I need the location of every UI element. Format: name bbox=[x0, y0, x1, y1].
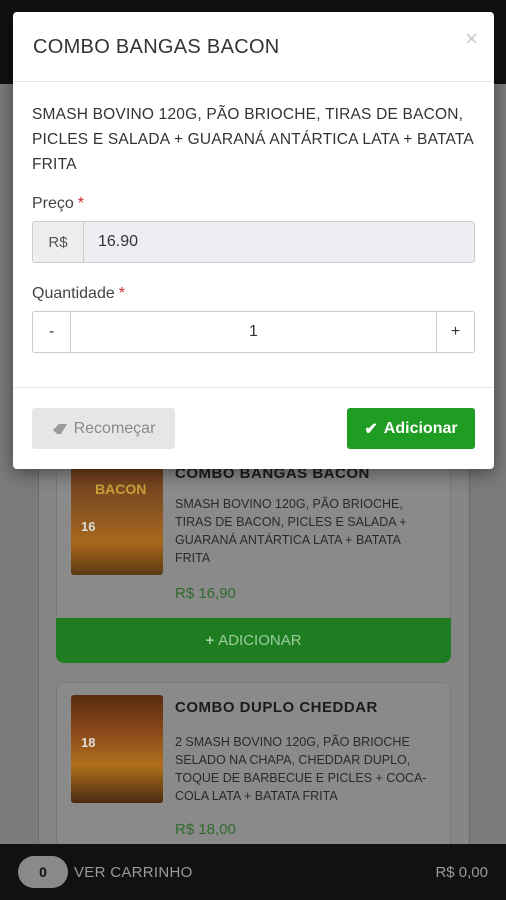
check-icon: ✔ bbox=[364, 420, 378, 438]
product-price: R$ 16,90 bbox=[175, 585, 236, 602]
product-price: R$ 18,00 bbox=[175, 821, 236, 838]
modal-footer: Recomeçar ✔ Adicionar bbox=[13, 387, 494, 469]
thumb-price: 16 bbox=[81, 519, 96, 534]
add-button[interactable]: ✔ Adicionar bbox=[347, 408, 475, 449]
price-label-text: Preço bbox=[32, 195, 74, 212]
view-cart-link[interactable]: VER CARRINHO bbox=[74, 864, 193, 881]
eraser-icon bbox=[52, 423, 67, 434]
quantity-label: Quantidade * bbox=[32, 285, 475, 303]
product-description: SMASH BOVINO 120G, PÃO BRIOCHE, TIRAS DE… bbox=[32, 106, 474, 173]
thumb-price: 18 bbox=[81, 735, 96, 750]
modal-header: COMBO BANGAS BACON × bbox=[13, 12, 494, 82]
product-modal: COMBO BANGAS BACON × SMASH BOVINO 120G, … bbox=[13, 12, 494, 469]
required-mark: * bbox=[118, 285, 125, 302]
cart-bar[interactable]: 0 VER CARRINHO R$ 0,00 bbox=[0, 844, 506, 900]
add-product-button[interactable]: + ADICIONAR bbox=[56, 618, 451, 663]
add-label: Adicionar bbox=[383, 419, 458, 437]
decrement-button[interactable]: - bbox=[33, 312, 71, 352]
product-image: 18 bbox=[71, 695, 163, 803]
price-field[interactable] bbox=[84, 222, 474, 262]
product-card: 18 COMBO DUPLO CHEDDAR 2 SMASH BOVINO 12… bbox=[56, 682, 451, 862]
product-title: COMBO DUPLO CHEDDAR bbox=[175, 699, 378, 716]
required-mark: * bbox=[77, 195, 85, 212]
price-input-group: R$ bbox=[32, 221, 475, 263]
cart-total: R$ 0,00 bbox=[435, 863, 488, 881]
modal-title: COMBO BANGAS BACON bbox=[33, 36, 280, 58]
reset-button[interactable]: Recomeçar bbox=[32, 408, 175, 449]
currency-prefix: R$ bbox=[33, 222, 84, 262]
increment-button[interactable]: + bbox=[436, 312, 474, 352]
plus-icon: + bbox=[205, 632, 215, 649]
product-image: BACON 16 bbox=[71, 467, 163, 575]
close-icon[interactable]: × bbox=[465, 26, 478, 52]
quantity-field[interactable] bbox=[71, 312, 436, 352]
quantity-stepper: - + bbox=[32, 311, 475, 353]
price-label: Preço * bbox=[32, 195, 475, 213]
product-description: 2 SMASH BOVINO 120G, PÃO BRIOCHE SELADO … bbox=[175, 735, 427, 803]
reset-label: Recomeçar bbox=[73, 419, 156, 437]
add-product-label: ADICIONAR bbox=[218, 632, 302, 649]
product-description: SMASH BOVINO 120G, PÃO BRIOCHE, TIRAS DE… bbox=[175, 497, 407, 565]
modal-body: SMASH BOVINO 120G, PÃO BRIOCHE, TIRAS DE… bbox=[13, 82, 494, 353]
thumb-title: BACON bbox=[95, 481, 147, 497]
product-card: BACON 16 COMBO BANGAS BACON SMASH BOVINO… bbox=[56, 450, 451, 636]
quantity-label-text: Quantidade bbox=[32, 285, 115, 302]
cart-count-badge: 0 bbox=[18, 856, 68, 888]
